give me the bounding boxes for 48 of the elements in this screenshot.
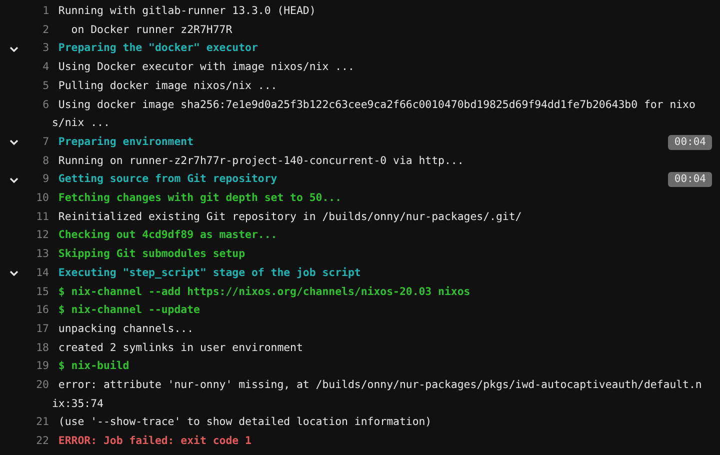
log-line: Getting source from Git repository — [57, 171, 278, 188]
log-line: Pulling docker image nixos/nix ... — [57, 78, 278, 94]
log-line: Fetching changes with git depth set to 50... — [57, 190, 342, 206]
log-line: $ nix-channel --update — [57, 302, 200, 318]
line-number[interactable]: 17 — [25, 320, 49, 339]
log-line: Preparing the "docker" executor — [57, 40, 258, 56]
line-number[interactable]: 5 — [25, 76, 49, 96]
log-line: created 2 symlinks in user environment — [57, 340, 303, 356]
line-number[interactable]: 14 — [25, 264, 49, 283]
line-number[interactable]: 3 — [25, 39, 49, 58]
log-line: (use '--show-trace' to show detailed location information) — [57, 414, 432, 430]
log-line: $ nix-build — [57, 358, 130, 374]
log-line: on Docker runner z2R7H77R — [70, 22, 232, 38]
log-line: ERROR: Job failed: exit code 1 — [57, 433, 252, 450]
line-number[interactable]: 20 — [25, 376, 49, 395]
log-line: error: attribute 'nur-onny' missing, at /builds/onny/nur-packages/pkgs/iwd-autocaptiveauth/default.nix:35:74 — [52, 377, 703, 412]
line-number[interactable]: 10 — [25, 189, 49, 208]
line-number[interactable]: 2 — [25, 20, 49, 40]
log-line: Running on runner-z2r7h77r-project-140-concurrent-0 via http... — [57, 152, 464, 169]
chevron-icon[interactable] — [9, 137, 19, 148]
line-number[interactable]: 22 — [25, 432, 49, 451]
line-number[interactable]: 6 — [25, 96, 49, 114]
log-line: Checking out 4cd9df89 as master... — [57, 227, 278, 244]
duration-badge: 00:04 — [668, 172, 712, 188]
log-line: Executing "step_script" stage of the job script — [57, 264, 361, 281]
log-line: $ nix-channel --add https://nixos.org/channels/nixos-20.03 nixos — [57, 284, 470, 300]
chevron-icon[interactable] — [9, 268, 19, 278]
log-line: Running with gitlab-runner 13.3.0 (HEAD) — [57, 3, 316, 19]
log-line: Reinitialized existing Git repository in /builds/onny/nur-packages/.git/ — [57, 208, 522, 225]
line-number[interactable]: 13 — [25, 245, 49, 264]
line-number[interactable]: 12 — [25, 226, 49, 246]
line-number[interactable]: 7 — [25, 132, 49, 152]
line-number[interactable]: 11 — [25, 208, 49, 226]
line-number[interactable]: 16 — [25, 301, 49, 320]
line-number[interactable]: 19 — [25, 357, 49, 376]
duration-badge: 00:04 — [668, 134, 712, 150]
log-line: Using Docker executor with image nixos/nix ... — [57, 59, 354, 76]
line-number[interactable]: 21 — [25, 413, 49, 432]
log-line: Using docker image sha256:7e1e9d0a25f3b122c63cee9ca2f66c0010470bd19825d69f94dd1fe7b20643b0 for nixos/nix ... — [52, 96, 696, 132]
line-number[interactable]: 18 — [25, 338, 49, 358]
line-number[interactable]: 9 — [25, 170, 49, 190]
log-line: Skipping Git submodules setup — [57, 246, 246, 262]
line-number[interactable]: 1 — [25, 2, 49, 21]
log-line: Preparing environment — [57, 134, 194, 150]
line-number[interactable]: 4 — [25, 58, 49, 77]
line-number[interactable]: 8 — [25, 152, 49, 170]
line-number[interactable]: 15 — [25, 282, 49, 302]
log-line: unpacking channels... — [57, 320, 194, 337]
